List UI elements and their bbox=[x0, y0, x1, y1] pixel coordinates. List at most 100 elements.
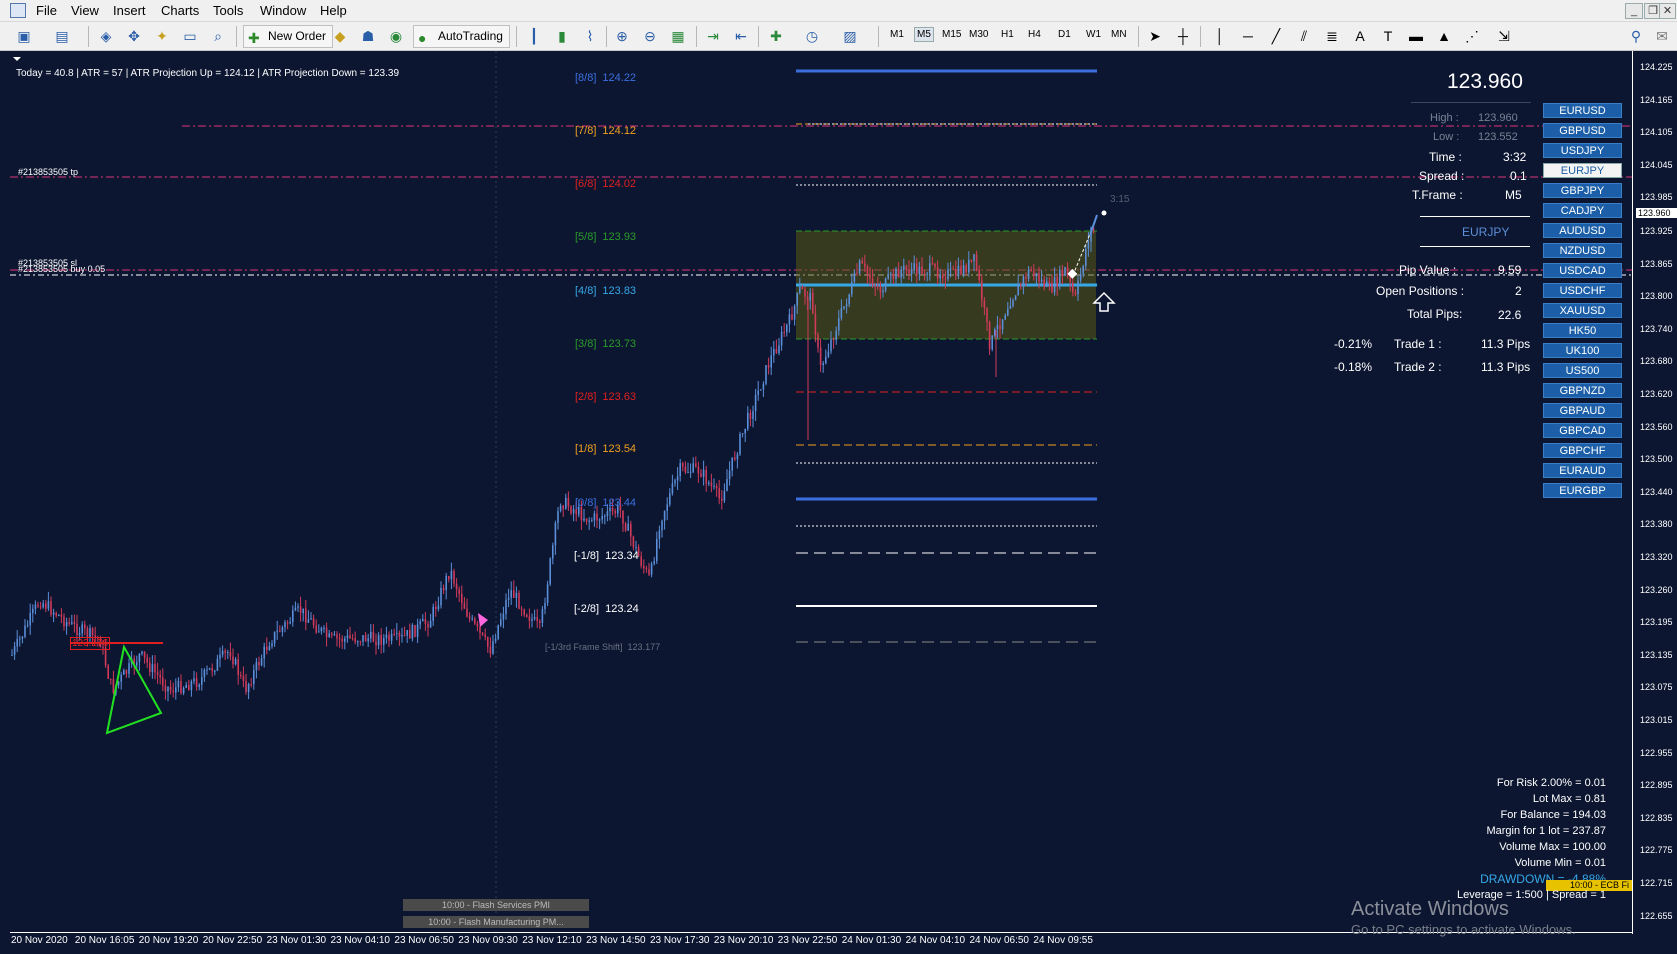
symbol-button-usdjpy[interactable]: USDJPY bbox=[1543, 143, 1622, 158]
triangle-icon[interactable]: ▲ bbox=[1434, 27, 1454, 46]
candle bbox=[156, 662, 159, 684]
candle bbox=[11, 649, 13, 657]
menu-insert[interactable]: Insert bbox=[109, 3, 150, 18]
minimize-icon[interactable]: _ bbox=[1625, 3, 1643, 19]
candlestick-icon[interactable]: ▮ bbox=[552, 27, 572, 46]
symbol-button-us500[interactable]: US500 bbox=[1543, 363, 1622, 378]
horizontal-line-icon[interactable]: ─ bbox=[1238, 27, 1258, 46]
market-watch-icon[interactable]: ◈ bbox=[96, 27, 116, 46]
candle-body bbox=[832, 339, 835, 341]
symbol-button-xauusd[interactable]: XAUUSD bbox=[1543, 303, 1622, 318]
search-icon[interactable]: ⚲ bbox=[1626, 27, 1646, 46]
fibo-fan-icon[interactable]: ⋰ bbox=[1462, 27, 1482, 46]
symbol-button-usdcad[interactable]: USDCAD bbox=[1543, 263, 1622, 278]
new-chart-icon[interactable]: ▣ bbox=[14, 27, 34, 46]
indicators-icon[interactable]: ✚ bbox=[766, 27, 786, 46]
symbol-button-cadjpy[interactable]: CADJPY bbox=[1543, 203, 1622, 218]
chat-icon[interactable]: ✉ bbox=[1652, 27, 1672, 46]
menu-file[interactable]: File bbox=[32, 3, 61, 18]
vertical-line-icon[interactable]: │ bbox=[1210, 27, 1230, 46]
crosshair-tool-icon[interactable]: ┼ bbox=[1173, 27, 1193, 46]
timeframe-w1[interactable]: W1 bbox=[1086, 29, 1101, 40]
timeframe-mn[interactable]: MN bbox=[1111, 29, 1127, 40]
menu-tools[interactable]: Tools bbox=[209, 3, 247, 18]
menu-charts[interactable]: Charts bbox=[157, 3, 203, 18]
new-order-button[interactable]: ✚ New Order bbox=[243, 25, 334, 48]
candle bbox=[71, 614, 73, 625]
menu-view[interactable]: View bbox=[67, 3, 103, 18]
symbol-button-audusd[interactable]: AUDUSD bbox=[1543, 223, 1622, 238]
timeframe-h4[interactable]: H4 bbox=[1028, 29, 1041, 40]
terminal-icon[interactable]: ▭ bbox=[180, 27, 200, 46]
symbol-button-uk100[interactable]: UK100 bbox=[1543, 343, 1622, 358]
symbol-button-usdchf[interactable]: USDCHF bbox=[1543, 283, 1622, 298]
market-icon[interactable]: ◉ bbox=[386, 27, 406, 46]
chart-shift-icon[interactable]: ⇥ bbox=[703, 27, 723, 46]
symbol-button-gbpaud[interactable]: GBPAUD bbox=[1543, 403, 1622, 418]
auto-scroll-icon[interactable]: ⇤ bbox=[731, 27, 751, 46]
bar-chart-icon[interactable]: ┃ bbox=[524, 27, 544, 46]
candle bbox=[658, 525, 661, 549]
crosshair-icon[interactable]: ✥ bbox=[124, 27, 144, 46]
autotrading-button[interactable]: ● AutoTrading bbox=[413, 25, 510, 48]
menu-help[interactable]: Help bbox=[316, 3, 351, 18]
timeframe-m15[interactable]: M15 bbox=[942, 29, 961, 40]
strategy-tester-icon[interactable]: ⌕ bbox=[208, 27, 228, 46]
symbol-button-eurgbp[interactable]: EURGBP bbox=[1543, 483, 1622, 498]
symbol-button-eurjpy[interactable]: EURJPY bbox=[1543, 163, 1622, 178]
arrows-icon[interactable]: ⇲ bbox=[1494, 27, 1514, 46]
candle-body bbox=[479, 626, 481, 633]
text-icon[interactable]: A bbox=[1350, 27, 1370, 46]
symbol-button-eurusd[interactable]: EURUSD bbox=[1543, 103, 1622, 118]
candle-body bbox=[565, 497, 567, 509]
candle bbox=[588, 517, 590, 530]
zoom-out-icon[interactable]: ⊖ bbox=[640, 27, 660, 46]
equidistant-channel-icon[interactable]: ⫽ bbox=[1294, 27, 1314, 46]
signals-icon[interactable]: ☗ bbox=[358, 27, 378, 46]
candle-body bbox=[661, 520, 663, 531]
chart-canvas[interactable] bbox=[0, 51, 1677, 954]
symbol-button-hk50[interactable]: HK50 bbox=[1543, 323, 1622, 338]
tile-windows-icon[interactable]: ▦ bbox=[668, 27, 688, 46]
zoom-in-icon[interactable]: ⊕ bbox=[612, 27, 632, 46]
news-event-bar[interactable]: 10:00 - Flash Services PMI bbox=[403, 899, 589, 911]
cursor-icon[interactable]: ➤ bbox=[1145, 27, 1165, 46]
templates-icon[interactable]: ▨ bbox=[840, 27, 860, 46]
candle-body bbox=[869, 274, 871, 279]
symbol-button-gbpcad[interactable]: GBPCAD bbox=[1543, 423, 1622, 438]
murrey-level-label: [2/8] 123.63 bbox=[575, 391, 637, 403]
periods-icon[interactable]: ◷ bbox=[802, 27, 822, 46]
candle-body bbox=[328, 633, 330, 638]
rectangle-icon[interactable]: ▬ bbox=[1406, 27, 1426, 46]
timeframe-m30[interactable]: M30 bbox=[969, 29, 988, 40]
close-icon[interactable]: ✕ bbox=[1659, 3, 1676, 19]
trendline-icon[interactable]: ╱ bbox=[1266, 27, 1286, 46]
symbol-button-gbpchf[interactable]: GBPCHF bbox=[1543, 443, 1622, 458]
line-chart-icon[interactable]: ⌇ bbox=[580, 27, 600, 46]
timeframe-m5[interactable]: M5 bbox=[914, 27, 934, 42]
symbol-button-euraud[interactable]: EURAUD bbox=[1543, 463, 1622, 478]
symbol-button-nzdusd[interactable]: NZDUSD bbox=[1543, 243, 1622, 258]
candle-body bbox=[354, 638, 356, 643]
candle bbox=[299, 596, 302, 622]
low-label: Low : bbox=[1433, 131, 1460, 143]
timeframe-d1[interactable]: D1 bbox=[1058, 29, 1071, 40]
symbol-button-gbpjpy[interactable]: GBPJPY bbox=[1543, 183, 1622, 198]
text-label-icon[interactable]: T bbox=[1378, 27, 1398, 46]
candle bbox=[734, 451, 736, 462]
candle-body bbox=[494, 638, 497, 642]
symbol-button-gbpnzd[interactable]: GBPNZD bbox=[1543, 383, 1622, 398]
app-icon[interactable] bbox=[10, 3, 26, 18]
timeframe-h1[interactable]: H1 bbox=[1001, 29, 1014, 40]
candle-body bbox=[643, 566, 645, 569]
metaeditor-icon[interactable]: ◆ bbox=[330, 27, 350, 46]
fibonacci-icon[interactable]: ≣ bbox=[1322, 27, 1342, 46]
navigator-icon[interactable]: ✦ bbox=[152, 27, 172, 46]
menu-window[interactable]: Window bbox=[256, 3, 310, 18]
candle bbox=[84, 620, 86, 636]
candle-body bbox=[684, 466, 687, 473]
profiles-icon[interactable]: ▤ bbox=[52, 27, 72, 46]
timeframe-m1[interactable]: M1 bbox=[890, 29, 904, 40]
symbol-button-gbpusd[interactable]: GBPUSD bbox=[1543, 123, 1622, 138]
news-event-bar[interactable]: 10:00 - Flash Manufacturing PM... bbox=[403, 916, 589, 928]
